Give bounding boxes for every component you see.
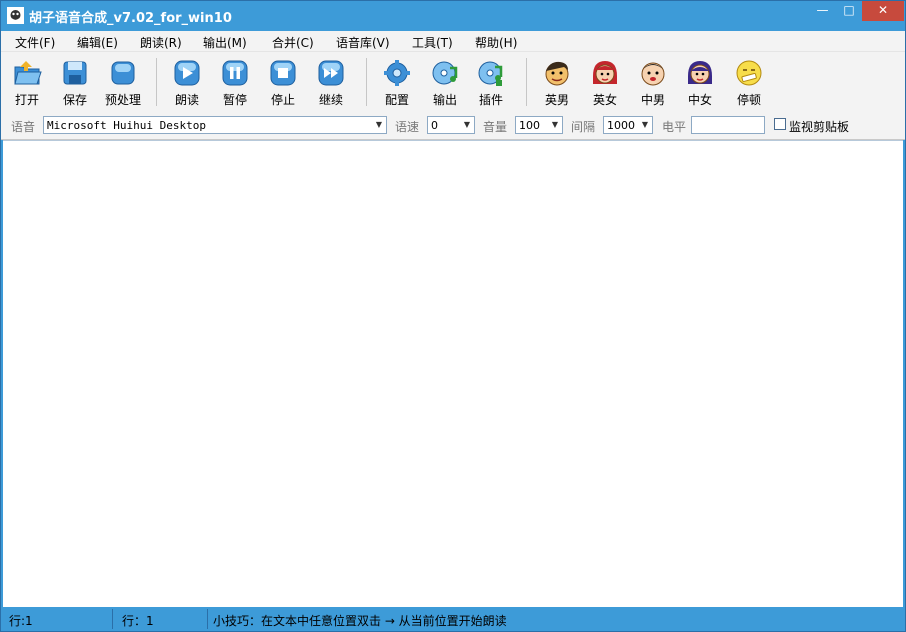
english-female-button[interactable]: 英女 — [583, 58, 627, 108]
level-field[interactable] — [691, 116, 765, 134]
menu-output[interactable]: 输出(M) — [203, 34, 247, 51]
english-female-label: 英女 — [592, 93, 617, 107]
read-button[interactable]: 朗读 — [165, 58, 209, 108]
status-divider — [112, 609, 113, 629]
open-label: 打开 — [14, 93, 39, 107]
chevron-down-icon: ▼ — [463, 120, 471, 129]
title-bar[interactable]: 胡子语音合成_v7.02_for_win10 — □ ✕ — [1, 1, 905, 31]
status-tip: 小技巧：在文本中任意位置双击 → 从当前位置开始朗读 — [213, 614, 507, 628]
volume-select[interactable]: 100 ▼ — [515, 116, 563, 134]
monitor-clipboard-checkbox[interactable] — [774, 118, 786, 130]
stop-button[interactable]: 停止 — [261, 58, 305, 108]
chevron-down-icon: ▼ — [641, 120, 649, 129]
voice-label: 语音 — [11, 120, 36, 134]
status-line-count: 行:1 — [9, 614, 33, 628]
cd-output-icon — [432, 61, 458, 85]
monitor-clipboard-label[interactable]: 监视剪贴板 — [789, 118, 849, 135]
stop-icon — [270, 60, 296, 86]
status-bar: 行:1 行：1 小技巧：在文本中任意位置双击 → 从当前位置开始朗读 — [1, 607, 905, 631]
pause-voice-label: 停顿 — [736, 93, 761, 107]
english-male-button[interactable]: 英男 — [535, 58, 579, 108]
play-icon — [174, 60, 200, 86]
plugin-label: 插件 — [478, 93, 503, 107]
continue-label: 继续 — [318, 93, 343, 107]
pause-button[interactable]: 暂停 — [213, 58, 257, 108]
cd-plugin-icon — [478, 61, 503, 86]
options-bar: 语音 Microsoft Huihui Desktop ▼ 语速 0 ▼ 音量 … — [1, 112, 905, 140]
maximize-button[interactable]: □ — [836, 1, 862, 21]
minimize-button[interactable]: — — [809, 1, 836, 21]
menu-bar: 文件(F) 编辑(E) 朗读(R) 输出(M) 合并(C) 语音库(V) 工具(… — [1, 31, 905, 52]
continue-button[interactable]: 继续 — [309, 58, 353, 108]
preprocess-button[interactable]: 预处理 — [101, 58, 145, 108]
chinese-male-face-icon — [641, 62, 665, 86]
speed-value: 0 — [431, 119, 438, 132]
preprocess-label: 预处理 — [104, 93, 141, 107]
chinese-female-button[interactable]: 中女 — [678, 58, 722, 108]
menu-merge[interactable]: 合并(C) — [272, 34, 314, 51]
status-current-line: 行：1 — [122, 614, 154, 628]
app-logo-icon — [7, 7, 24, 24]
output-button[interactable]: 输出 — [423, 58, 467, 108]
save-label: 保存 — [62, 93, 87, 107]
save-disk-icon — [63, 61, 87, 85]
menu-read[interactable]: 朗读(R) — [140, 34, 182, 51]
fast-forward-icon — [318, 60, 344, 86]
toolbar-separator — [156, 58, 157, 106]
interval-label: 间隔 — [571, 120, 596, 134]
stop-label: 停止 — [270, 93, 295, 107]
app-window: 胡子语音合成_v7.02_for_win10 — □ ✕ 文件(F) 编辑(E)… — [0, 0, 906, 632]
preprocess-icon — [111, 61, 135, 85]
chevron-down-icon: ▼ — [375, 120, 383, 129]
toolbar-separator — [366, 58, 367, 106]
english-female-face-icon — [593, 61, 617, 84]
volume-label: 音量 — [483, 120, 508, 134]
chinese-female-label: 中女 — [687, 93, 712, 107]
toolbar-separator — [526, 58, 527, 106]
chinese-female-face-icon — [688, 61, 712, 84]
pause-face-icon — [736, 60, 762, 86]
plugin-button[interactable]: 插件 — [469, 58, 513, 108]
save-button[interactable]: 保存 — [53, 58, 97, 108]
open-button[interactable]: 打开 — [5, 58, 49, 108]
chinese-male-label: 中男 — [640, 93, 665, 107]
menu-help[interactable]: 帮助(H) — [475, 34, 517, 51]
close-button[interactable]: ✕ — [862, 1, 904, 21]
window-title: 胡子语音合成_v7.02_for_win10 — [29, 11, 232, 26]
chevron-down-icon: ▼ — [551, 120, 559, 129]
open-folder-icon — [14, 61, 42, 85]
menu-file[interactable]: 文件(F) — [15, 34, 55, 51]
text-editor[interactable] — [3, 140, 903, 607]
menu-edit[interactable]: 编辑(E) — [77, 34, 118, 51]
config-button[interactable]: 配置 — [375, 58, 419, 108]
pause-voice-button[interactable]: 停顿 — [727, 58, 771, 108]
speed-select[interactable]: 0 ▼ — [427, 116, 475, 134]
voice-select[interactable]: Microsoft Huihui Desktop ▼ — [43, 116, 387, 134]
menu-tools[interactable]: 工具(T) — [412, 34, 453, 51]
chinese-male-button[interactable]: 中男 — [631, 58, 675, 108]
interval-select[interactable]: 1000 ▼ — [603, 116, 653, 134]
english-male-face-icon — [545, 61, 569, 86]
status-divider — [207, 609, 208, 629]
volume-value: 100 — [519, 119, 540, 132]
gear-icon — [384, 60, 410, 86]
level-label: 电平 — [662, 120, 687, 134]
read-label: 朗读 — [174, 93, 199, 107]
output-label: 输出 — [432, 93, 457, 107]
english-male-label: 英男 — [544, 93, 569, 107]
pause-label: 暂停 — [222, 93, 247, 107]
interval-value: 1000 — [607, 119, 635, 132]
pause-icon — [222, 60, 248, 86]
menu-voice-library[interactable]: 语音库(V) — [336, 34, 390, 51]
toolbar: 打开 保存 预处理 朗读 暂停 停止 继续 配置 输出 插件 英男 英女 中男 … — [1, 52, 905, 112]
speed-label: 语速 — [395, 120, 420, 134]
config-label: 配置 — [384, 93, 409, 107]
voice-value: Microsoft Huihui Desktop — [47, 119, 206, 132]
